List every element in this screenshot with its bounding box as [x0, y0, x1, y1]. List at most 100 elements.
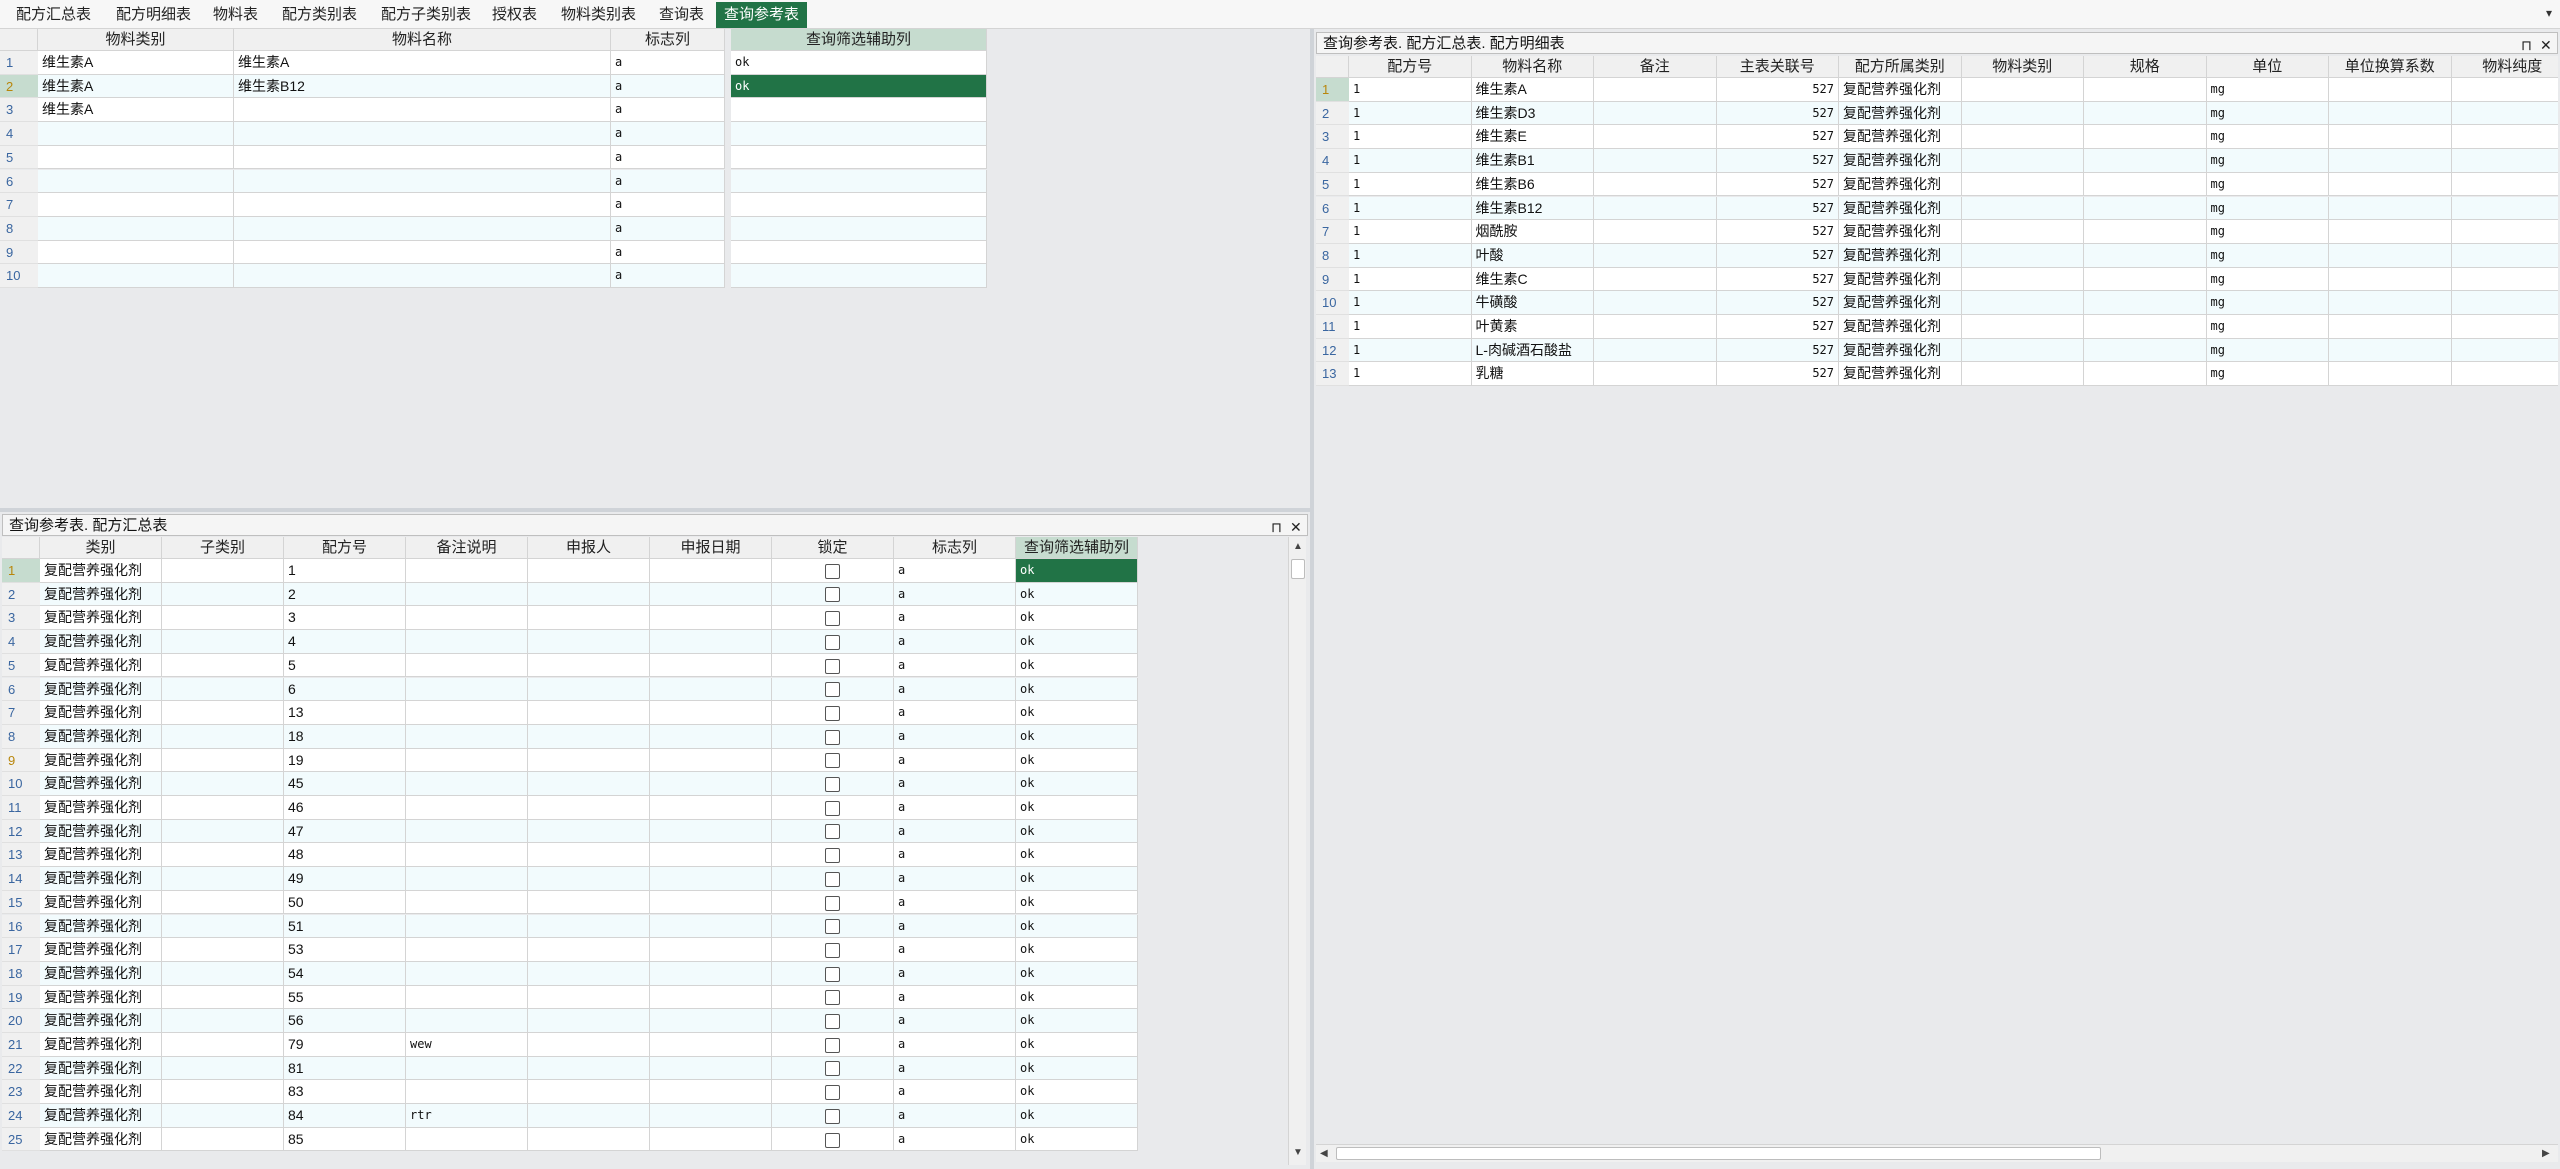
table-cell[interactable]	[2451, 267, 2558, 292]
table-cell[interactable]: 79	[284, 1033, 406, 1057]
table-cell[interactable]	[234, 240, 611, 265]
table-cell[interactable]	[162, 653, 284, 678]
lock-checkbox[interactable]	[825, 753, 840, 769]
row-number[interactable]: 13	[2, 843, 40, 868]
table-cell[interactable]: 复配营养强化剂	[40, 701, 162, 725]
row-number[interactable]: 14	[2, 867, 40, 891]
table-cell[interactable]	[528, 1104, 650, 1128]
table-cell[interactable]: 1	[1349, 267, 1472, 292]
table-cell[interactable]: 复配营养强化剂	[40, 819, 162, 844]
table-cell[interactable]	[2451, 362, 2558, 387]
table-cell[interactable]: 53	[284, 938, 406, 962]
bottom-vertical-scrollbar[interactable]: ▲ ▼	[1288, 537, 1306, 1165]
table-cell[interactable]	[406, 677, 528, 702]
column-header[interactable]: 物料纯度	[2451, 56, 2558, 78]
row-number[interactable]: 13	[1316, 362, 1349, 387]
column-header[interactable]: 查询筛选辅助列	[1016, 537, 1138, 559]
column-header[interactable]: 类别	[40, 537, 162, 559]
lock-cell[interactable]	[772, 724, 894, 749]
table-cell[interactable]: mg	[2206, 196, 2329, 221]
table-cell[interactable]: ok	[1016, 653, 1138, 678]
table-cell[interactable]	[162, 748, 284, 773]
table-cell[interactable]	[1594, 220, 1717, 244]
row-number[interactable]: 1	[2, 559, 40, 583]
table-cell[interactable]: 50	[284, 890, 406, 915]
table-cell[interactable]: a	[611, 98, 725, 123]
lock-checkbox[interactable]	[825, 848, 840, 864]
table-cell[interactable]	[406, 606, 528, 631]
table-cell[interactable]	[528, 606, 650, 631]
table-cell[interactable]	[1961, 315, 2084, 339]
table-cell[interactable]: a	[894, 1033, 1016, 1057]
table-cell[interactable]	[650, 938, 772, 962]
table-cell[interactable]	[731, 98, 987, 123]
table-cell[interactable]: 复配营养强化剂	[40, 796, 162, 820]
table-cell[interactable]	[2451, 196, 2558, 221]
table-cell[interactable]	[528, 772, 650, 796]
table-cell[interactable]: 维生素D3	[1471, 101, 1594, 126]
table-cell[interactable]	[528, 1033, 650, 1057]
table-cell[interactable]: 1	[1349, 291, 1472, 315]
table-cell[interactable]: wew	[406, 1033, 528, 1057]
lock-cell[interactable]	[772, 653, 894, 678]
table-cell[interactable]: a	[611, 264, 725, 288]
column-header[interactable]: 配方所属类别	[1839, 56, 1962, 78]
column-header[interactable]: 物料名称	[1471, 56, 1594, 78]
lock-cell[interactable]	[772, 559, 894, 583]
pin-icon[interactable]: ⊓	[2521, 34, 2532, 56]
lock-checkbox[interactable]	[825, 729, 840, 745]
table-cell[interactable]: 5	[284, 653, 406, 678]
row-number[interactable]: 1	[1316, 78, 1349, 102]
row-number[interactable]: 24	[2, 1104, 40, 1128]
table-cell[interactable]: 复配营养强化剂	[40, 772, 162, 796]
column-header[interactable]: 物料类别	[38, 29, 234, 51]
table-cell[interactable]: 复配营养强化剂	[40, 843, 162, 868]
table-cell[interactable]: ok	[1016, 582, 1138, 607]
table-cell[interactable]	[234, 145, 611, 170]
table-cell[interactable]	[1961, 101, 2084, 126]
table-cell[interactable]: 复配营养强化剂	[1839, 220, 1962, 244]
table-cell[interactable]	[528, 1009, 650, 1033]
table-cell[interactable]: 47	[284, 819, 406, 844]
table-cell[interactable]: a	[894, 582, 1016, 607]
table-cell[interactable]: a	[894, 606, 1016, 631]
row-number[interactable]: 19	[2, 985, 40, 1010]
table-cell[interactable]: 复配营养强化剂	[1839, 315, 1962, 339]
table-cell[interactable]	[2329, 243, 2452, 268]
lock-checkbox[interactable]	[825, 682, 840, 698]
table-cell[interactable]: 维生素B1	[1471, 149, 1594, 173]
lock-checkbox[interactable]	[825, 824, 840, 840]
tab-7[interactable]: 物料类别表	[553, 2, 644, 28]
table-cell[interactable]: 复配营养强化剂	[40, 630, 162, 654]
table-cell[interactable]: 复配营养强化剂	[1839, 196, 1962, 221]
table-cell[interactable]: 54	[284, 961, 406, 986]
table-cell[interactable]	[2084, 338, 2207, 363]
row-number[interactable]: 4	[0, 122, 38, 146]
scroll-up-icon[interactable]: ▲	[1293, 541, 1303, 552]
table-cell[interactable]	[1594, 267, 1717, 292]
row-number[interactable]: 9	[0, 240, 38, 265]
table-cell[interactable]: 复配营养强化剂	[1839, 362, 1962, 387]
table-cell[interactable]: 1	[1349, 362, 1472, 387]
table-cell[interactable]: 叶黄素	[1471, 315, 1594, 339]
table-cell[interactable]	[1594, 172, 1717, 197]
table-cell[interactable]: 复配营养强化剂	[1839, 78, 1962, 102]
column-header[interactable]: 配方号	[1349, 56, 1472, 78]
row-number[interactable]: 3	[2, 606, 40, 631]
table-cell[interactable]: 复配营养强化剂	[40, 938, 162, 962]
row-number[interactable]: 9	[2, 748, 40, 773]
table-cell[interactable]	[650, 772, 772, 796]
table-cell[interactable]: 527	[1716, 243, 1839, 268]
table-cell[interactable]: 复配营养强化剂	[40, 1104, 162, 1128]
row-number[interactable]: 11	[2, 796, 40, 820]
column-header[interactable]: 备注	[1594, 56, 1717, 78]
table-cell[interactable]	[731, 216, 987, 241]
table-cell[interactable]: mg	[2206, 172, 2329, 197]
table-cell[interactable]: 18	[284, 724, 406, 749]
table-cell[interactable]	[528, 914, 650, 939]
table-cell[interactable]	[528, 1127, 650, 1152]
table-cell[interactable]: 叶酸	[1471, 243, 1594, 268]
table-cell[interactable]: a	[611, 122, 725, 146]
close-icon[interactable]: ✕	[1290, 516, 1302, 538]
table-cell[interactable]: 维生素E	[1471, 125, 1594, 150]
